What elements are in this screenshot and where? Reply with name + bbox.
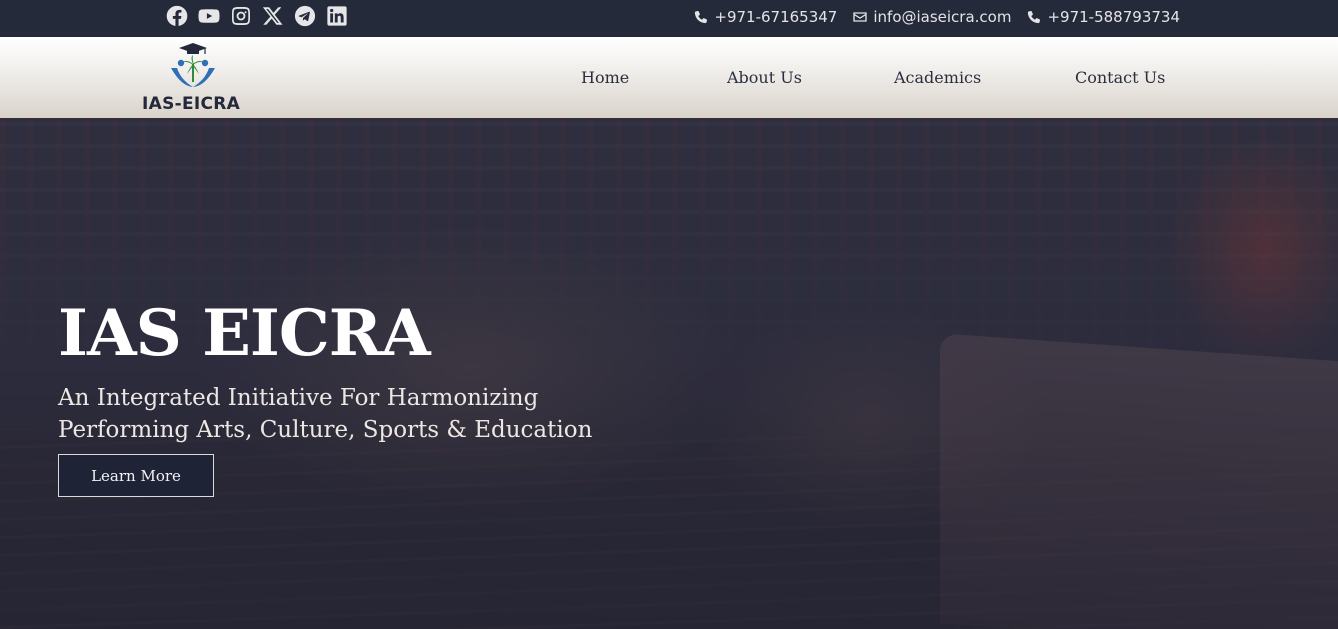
logo-text: IAS-EICRA (142, 94, 241, 114)
social-links (166, 4, 348, 28)
facebook-icon[interactable] (166, 4, 188, 28)
youtube-icon[interactable] (198, 4, 220, 28)
phone-icon (1028, 10, 1041, 24)
email-contact[interactable]: info@iaseicra.com (852, 8, 1011, 26)
instagram-icon[interactable] (230, 4, 252, 28)
linkedin-icon[interactable] (326, 4, 348, 28)
contact-info: +971-67165347 info@iaseicra.com +971-588… (693, 8, 1180, 26)
phone-number-1: +971-67165347 (714, 8, 838, 26)
telegram-icon[interactable] (294, 4, 316, 28)
hero-subtitle: An Integrated Initiative For Harmonizing… (58, 385, 593, 443)
learn-more-button[interactable]: Learn More (58, 454, 214, 497)
top-bar: +971-67165347 info@iaseicra.com +971-588… (0, 0, 1338, 37)
hero-title: IAS EICRA (58, 296, 431, 371)
phone-contact-1[interactable]: +971-67165347 (693, 8, 837, 26)
nav-academics[interactable]: Academics (894, 68, 981, 87)
mail-icon (853, 12, 868, 22)
x-icon[interactable] (262, 4, 284, 28)
email-address: info@iaseicra.com (873, 8, 1012, 26)
nav-about-us[interactable]: About Us (727, 68, 802, 87)
site-logo[interactable]: IAS-EICRA (140, 42, 246, 114)
phone-number-2: +971-588793734 (1047, 8, 1180, 26)
phone-icon (695, 10, 708, 24)
phone-contact-2[interactable]: +971-588793734 (1026, 8, 1180, 26)
nav-home[interactable]: Home (581, 68, 629, 87)
site-header: IAS-EICRA Home About Us Academics Contac… (0, 37, 1338, 118)
hero-section: IAS EICRA An Integrated Initiative For H… (0, 118, 1338, 629)
nav-contact-us[interactable]: Contact Us (1075, 68, 1165, 87)
logo-emblem-icon (171, 43, 215, 87)
hero-overlay (0, 118, 1338, 629)
